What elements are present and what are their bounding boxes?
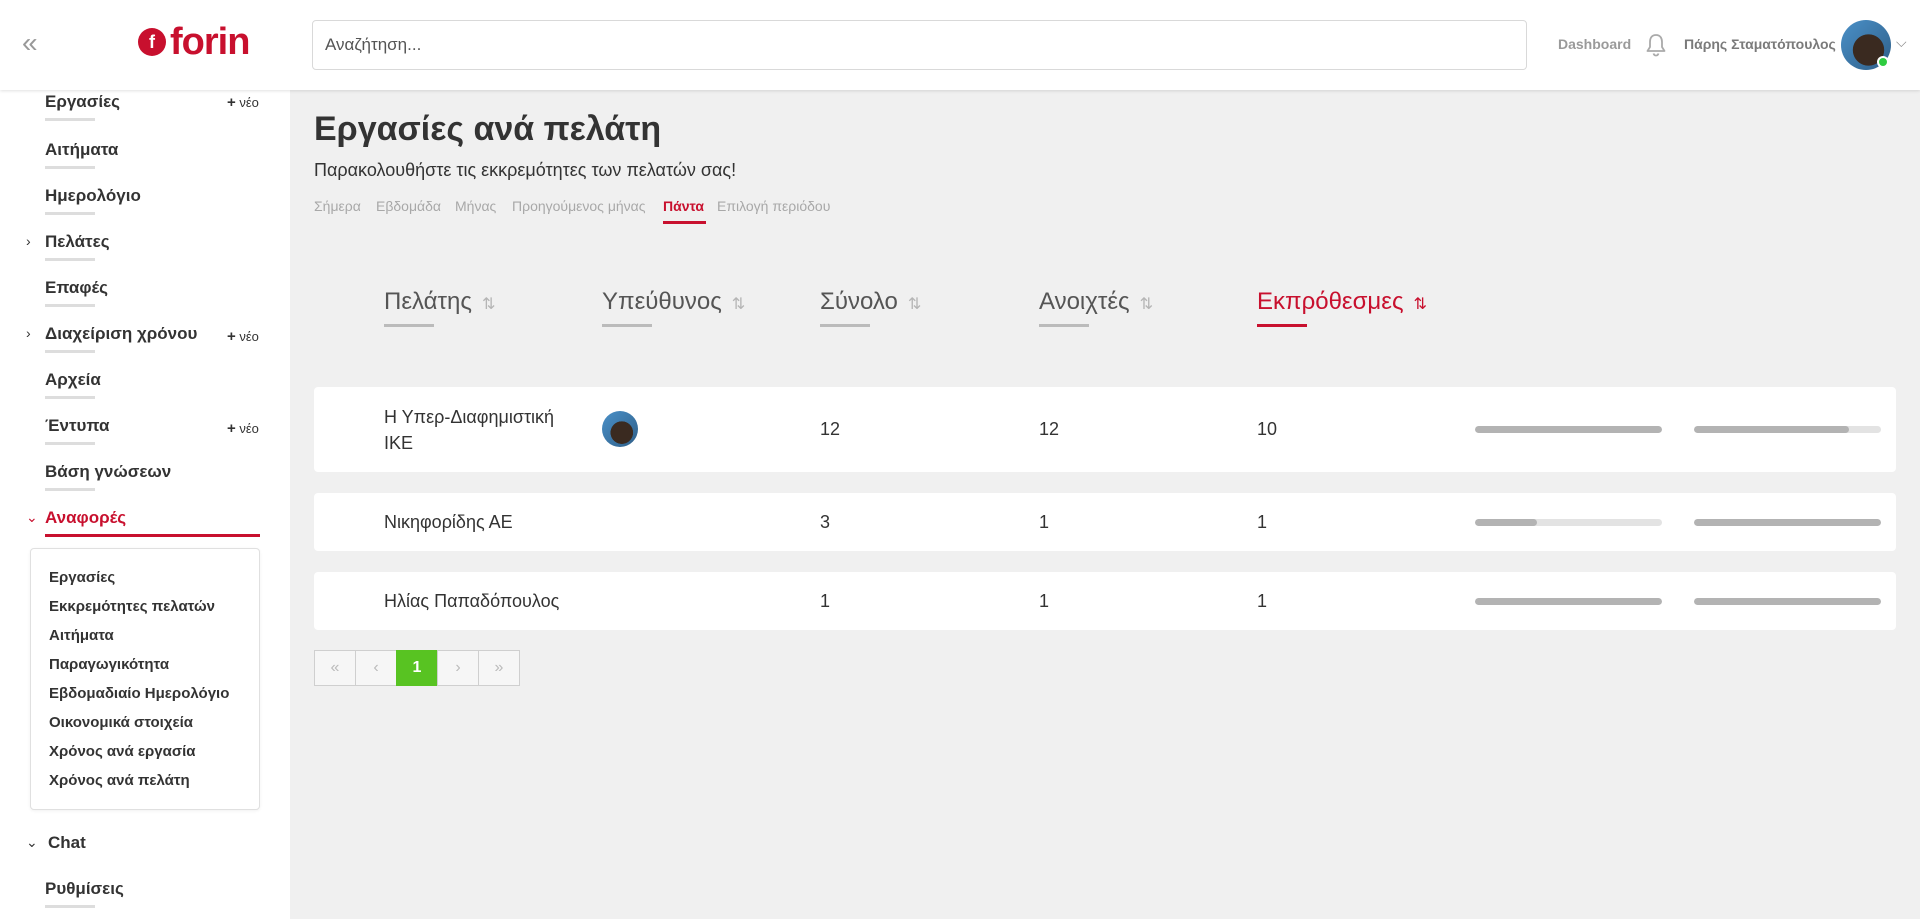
total-count: 12 xyxy=(820,419,841,439)
sidebar-item-reports[interactable]: Αναφορές xyxy=(45,508,126,528)
sort-icon: ⇅ xyxy=(1139,296,1154,313)
user-name[interactable]: Πάρης Σταματόπουλος xyxy=(1684,36,1836,52)
column-header-owner[interactable]: Υπεύθυνος ⇅ xyxy=(602,288,745,316)
overdue-count: 10 xyxy=(1257,419,1278,439)
chat-chevron-down-icon[interactable]: ⌄ xyxy=(26,834,38,851)
sort-desc-icon: ⇅ xyxy=(1413,296,1427,313)
last-page-button[interactable]: » xyxy=(478,650,520,686)
sidebar-item-clients[interactable]: Πελάτες xyxy=(45,232,110,261)
total-count: 1 xyxy=(820,591,831,611)
column-header-client[interactable]: Πελάτης ⇅ xyxy=(384,288,495,316)
new-task-link[interactable]: + νέο xyxy=(227,94,259,111)
open-count: 12 xyxy=(1039,419,1060,439)
active-period-underline xyxy=(663,221,706,224)
client-name[interactable]: Ηλίας Παπαδόπουλος xyxy=(384,591,559,612)
client-name[interactable]: Η Υπερ-Διαφημιστική ΙΚΕ xyxy=(384,404,554,456)
period-month[interactable]: Μήνας xyxy=(455,198,496,214)
dashboard-link[interactable]: Dashboard xyxy=(1558,36,1631,52)
search-input[interactable] xyxy=(312,20,1527,70)
progress-bar-open xyxy=(1475,519,1662,526)
period-previous-month[interactable]: Προηγούμενος μήνας xyxy=(512,198,646,214)
submenu-item-financials[interactable]: Οικονομικά στοιχεία xyxy=(49,714,193,731)
owner-avatar[interactable] xyxy=(602,411,638,447)
table-row[interactable]: Νικηφορίδης ΑΕ 3 1 1 xyxy=(314,493,1896,551)
time-management-chevron-right-icon[interactable]: › xyxy=(26,325,31,341)
active-item-underline xyxy=(45,534,260,537)
reports-chevron-down-icon[interactable]: ⌄ xyxy=(26,509,38,526)
logo-mark-icon: f xyxy=(138,28,166,56)
progress-bar-overdue xyxy=(1694,598,1881,605)
sidebar: Εργασίες + νέο Αιτήματα Ημερολόγιο › Πελ… xyxy=(0,90,290,919)
collapse-sidebar-icon[interactable]: « xyxy=(22,29,46,57)
submenu-item-productivity[interactable]: Παραγωγικότητα xyxy=(49,656,169,673)
sidebar-item-time-management[interactable]: Διαχείριση χρόνου xyxy=(45,324,197,353)
sidebar-item-forms[interactable]: Έντυπα xyxy=(45,416,109,445)
new-time-entry-link[interactable]: + νέο xyxy=(227,328,259,345)
sidebar-item-calendar[interactable]: Ημερολόγιο xyxy=(45,186,141,215)
page-1-button[interactable]: 1 xyxy=(396,650,438,686)
open-count: 1 xyxy=(1039,512,1050,532)
sidebar-item-contacts[interactable]: Επαφές xyxy=(45,278,108,307)
logo[interactable]: f forin xyxy=(138,21,250,63)
sidebar-item-files[interactable]: Αρχεία xyxy=(45,370,101,399)
sidebar-item-chat[interactable]: Chat xyxy=(48,833,86,853)
first-page-button[interactable]: « xyxy=(314,650,356,686)
sidebar-item-tasks[interactable]: Εργασίες xyxy=(45,92,120,121)
progress-bar-open xyxy=(1475,426,1662,433)
column-header-open[interactable]: Ανοιχτές ⇅ xyxy=(1039,288,1153,316)
progress-bar-overdue xyxy=(1694,426,1881,433)
table-row[interactable]: Η Υπερ-Διαφημιστική ΙΚΕ 12 12 10 xyxy=(314,387,1896,472)
progress-bar-overdue xyxy=(1694,519,1881,526)
new-form-link[interactable]: + νέο xyxy=(227,420,259,437)
submenu-item-client-pending[interactable]: Εκκρεμότητες πελατών xyxy=(49,598,215,615)
total-count: 3 xyxy=(820,512,831,532)
notifications-bell-icon[interactable] xyxy=(1644,32,1668,58)
submenu-item-requests[interactable]: Αιτήματα xyxy=(49,627,114,644)
pagination: « ‹ 1 › » xyxy=(314,650,520,686)
column-header-overdue[interactable]: Εκπρόθεσμες ⇅ xyxy=(1257,288,1427,316)
sidebar-item-requests[interactable]: Αιτήματα xyxy=(45,140,118,169)
overdue-count: 1 xyxy=(1257,591,1268,611)
previous-page-button[interactable]: ‹ xyxy=(355,650,397,686)
top-header: « f forin Dashboard Πάρης Σταματόπουλος … xyxy=(0,0,1920,90)
period-all[interactable]: Πάντα xyxy=(663,198,704,214)
submenu-item-tasks[interactable]: Εργασίες xyxy=(49,569,115,586)
sort-icon: ⇅ xyxy=(731,296,746,313)
sort-icon: ⇅ xyxy=(481,296,496,313)
logo-text: forin xyxy=(170,21,250,63)
submenu-item-time-per-task[interactable]: Χρόνος ανά εργασία xyxy=(49,743,195,760)
sidebar-item-knowledge-base[interactable]: Βάση γνώσεων xyxy=(45,462,171,491)
period-week[interactable]: Εβδομάδα xyxy=(376,198,441,214)
page-title: Εργασίες ανά πελάτη xyxy=(314,110,662,148)
next-page-button[interactable]: › xyxy=(437,650,479,686)
column-header-total[interactable]: Σύνολο ⇅ xyxy=(820,288,921,316)
period-custom[interactable]: Επιλογή περιόδου xyxy=(717,198,830,214)
user-menu-chevron-down-icon[interactable]: ⌵ xyxy=(1896,34,1907,51)
submenu-item-time-per-client[interactable]: Χρόνος ανά πελάτη xyxy=(49,772,190,789)
overdue-count: 1 xyxy=(1257,512,1268,532)
sidebar-item-settings[interactable]: Ρυθμίσεις xyxy=(45,879,124,908)
clients-chevron-right-icon[interactable]: › xyxy=(26,233,31,249)
period-today[interactable]: Σήμερα xyxy=(314,198,361,214)
table-row[interactable]: Ηλίας Παπαδόπουλος 1 1 1 xyxy=(314,572,1896,630)
client-name[interactable]: Νικηφορίδης ΑΕ xyxy=(384,512,513,533)
open-count: 1 xyxy=(1039,591,1050,611)
online-status-dot xyxy=(1877,56,1889,68)
page-subtitle: Παρακολουθήστε τις εκκρεμότητες των πελα… xyxy=(314,160,737,180)
submenu-item-weekly-calendar[interactable]: Εβδομαδιαίο Ημερολόγιο xyxy=(49,685,229,702)
progress-bar-open xyxy=(1475,598,1662,605)
sort-icon: ⇅ xyxy=(907,296,922,313)
reports-submenu: Εργασίες Εκκρεμότητες πελατών Αιτήματα Π… xyxy=(30,548,260,810)
